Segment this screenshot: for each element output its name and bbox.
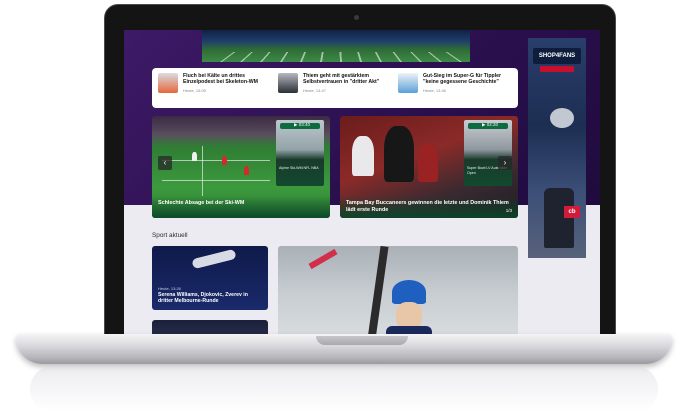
ad-logo: SHOP4FANS: [533, 48, 581, 64]
ad-brand-tag: cb: [564, 206, 580, 218]
news-strip: Fluch bei Kälte un drittes Einzelpodest …: [152, 68, 518, 108]
news-item[interactable]: Gut-Sieg im Super-G für Tippler "keine g…: [398, 73, 512, 103]
helmet-icon: [550, 108, 574, 128]
side-ad-banner[interactable]: SHOP4FANS cb: [528, 38, 586, 258]
stadium-banner-ad[interactable]: [202, 30, 470, 62]
section-title: Sport aktuell: [152, 232, 188, 239]
video-duration: ▶ 02:20: [482, 122, 498, 127]
news-title[interactable]: Gut-Sieg im Super-G für Tippler "keine g…: [423, 73, 512, 86]
skier-helmet: [392, 280, 426, 304]
news-thumbnail: [278, 73, 298, 93]
card-title[interactable]: Schlechte Absage bei der Ski-WM: [158, 200, 324, 207]
video-inset[interactable]: ▶ 02:20 Super Bowl LV Australian Open: [464, 120, 512, 186]
news-title[interactable]: Fluch bei Kälte un drittes Einzelpodest …: [183, 73, 272, 86]
tennis-image: [191, 248, 237, 270]
card-caption: Tampa Bay Buccaneers gewinnen die letzte…: [340, 196, 518, 218]
card-title[interactable]: Tampa Bay Buccaneers gewinnen die letzte…: [346, 200, 512, 213]
video-inset[interactable]: ▶ 03:40 Alpine Ski-WM NFL NBA: [276, 120, 324, 186]
ad-ribbon: [540, 66, 574, 72]
jersey-image: [544, 188, 574, 248]
news-timestamp: Heute, 15:05: [183, 87, 206, 93]
article-timestamp: Heute, 13:26: [158, 286, 181, 291]
video-topics: Alpine Ski-WM NFL NBA: [279, 166, 319, 170]
news-item[interactable]: Fluch bei Kälte un drittes Einzelpodest …: [158, 73, 272, 103]
article-card-tennis[interactable]: Heute, 13:26 Serena Williams, Djokovic, …: [152, 246, 268, 310]
laptop-notch: [316, 336, 408, 345]
news-title[interactable]: Thiem geht mit gestärktem Selbstvertraue…: [303, 73, 392, 86]
featured-card-ski[interactable]: ▶ 03:40 Alpine Ski-WM NFL NBA ‹ Schlecht…: [152, 116, 330, 218]
carousel-page-count: 1/3: [505, 208, 512, 213]
laptop-reflection: [30, 366, 658, 412]
news-timestamp: Heute, 14:47: [303, 87, 326, 93]
featured-card-football[interactable]: ▶ 02:20 Super Bowl LV Australian Open › …: [340, 116, 518, 218]
news-timestamp: Heute, 13:46: [423, 87, 446, 93]
laptop-screen: Fluch bei Kälte un drittes Einzelpodest …: [124, 30, 600, 336]
news-item[interactable]: Thiem geht mit gestärktem Selbstvertraue…: [278, 73, 392, 103]
article-photo-skier[interactable]: [278, 246, 518, 336]
carousel-prev-button[interactable]: ‹: [158, 156, 172, 170]
carousel-next-button[interactable]: ›: [498, 156, 512, 170]
ski-image: [367, 246, 389, 336]
article-title[interactable]: Serena Williams, Djokovic, Zverev in dri…: [158, 292, 262, 305]
news-thumbnail: [158, 73, 178, 93]
video-duration: ▶ 03:40: [294, 122, 310, 127]
webcam-icon: [354, 15, 359, 20]
ski-tip: [308, 248, 338, 270]
news-thumbnail: [398, 73, 418, 93]
card-caption: Schlechte Absage bei der Ski-WM: [152, 196, 330, 218]
